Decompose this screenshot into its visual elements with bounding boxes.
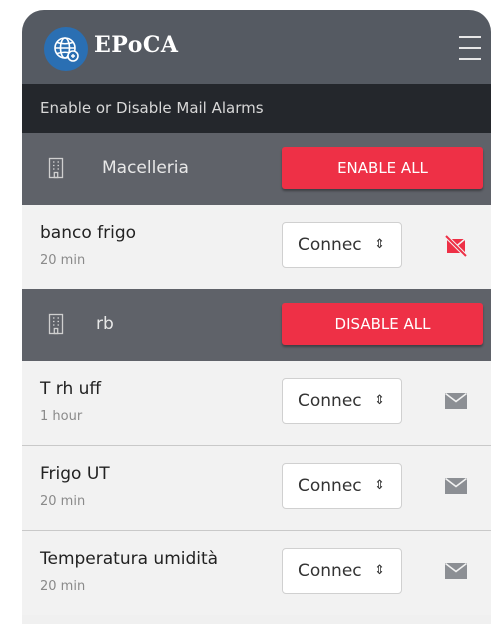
app-header: EPoCA (22, 10, 491, 84)
select-arrows-icon: ⇕ (374, 563, 385, 578)
page-subtitle: Enable or Disable Mail Alarms (22, 84, 491, 133)
select-arrows-icon: ⇕ (374, 478, 385, 493)
device-name: Temperatura umidità (40, 549, 219, 569)
device-row-t-rh-uff: T rh uff 1 hour Connec ⇕ (22, 361, 491, 446)
device-interval: 20 min (40, 253, 86, 268)
status-select[interactable]: Connec ⇕ (282, 378, 402, 424)
device-interval: 20 min (40, 494, 86, 509)
device-interval: 1 hour (40, 409, 83, 424)
device-row-banco-frigo: banco frigo 20 min Connec ⇕ (22, 205, 491, 289)
status-select-value: Connec (298, 391, 362, 411)
status-select[interactable]: Connec ⇕ (282, 548, 402, 594)
group-header-rb: rb DISABLE ALL (22, 289, 491, 361)
device-row-frigo-ut: Frigo UT 20 min Connec ⇕ (22, 446, 491, 531)
device-name: Frigo UT (40, 464, 110, 484)
envelope-icon[interactable] (445, 563, 467, 579)
group-name: Macelleria (102, 158, 189, 178)
device-row-temperatura-umidita: Temperatura umidità 20 min Connec ⇕ (22, 531, 491, 615)
status-select[interactable]: Connec ⇕ (282, 463, 402, 509)
status-select-value: Connec (298, 476, 362, 496)
status-select-value: Connec (298, 235, 362, 255)
status-select[interactable]: Connec ⇕ (282, 222, 402, 268)
envelope-icon[interactable] (445, 478, 467, 494)
building-icon (48, 313, 64, 335)
building-icon (48, 157, 64, 179)
enable-all-button[interactable]: ENABLE ALL (282, 147, 483, 189)
status-select-value: Connec (298, 561, 362, 581)
envelope-slash-icon[interactable] (445, 235, 467, 257)
globe-icon (54, 37, 79, 62)
envelope-icon[interactable] (445, 393, 467, 409)
group-name: rb (96, 314, 114, 334)
hamburger-menu-icon[interactable] (459, 36, 481, 60)
app-screen: EPoCA Enable or Disable Mail Alarms Mace… (22, 10, 491, 624)
app-title: EPoCA (94, 32, 179, 58)
group-header-macelleria: Macelleria ENABLE ALL (22, 133, 491, 205)
device-name: banco frigo (40, 223, 137, 243)
disable-all-button[interactable]: DISABLE ALL (282, 303, 483, 345)
device-name: T rh uff (40, 379, 102, 399)
select-arrows-icon: ⇕ (374, 237, 385, 252)
app-logo (44, 27, 88, 71)
select-arrows-icon: ⇕ (374, 393, 385, 408)
device-interval: 20 min (40, 579, 86, 594)
